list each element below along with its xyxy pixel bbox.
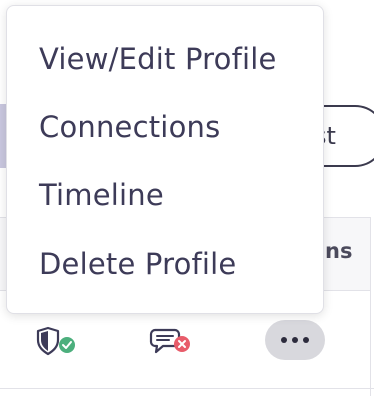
row-divider (0, 388, 374, 389)
page: st ns View/Edit Profile Connections Time… (0, 0, 374, 396)
menu-item-view-edit-profile[interactable]: View/Edit Profile (39, 41, 277, 77)
menu-item-timeline[interactable]: Timeline (39, 177, 164, 213)
table-header-label: ns (325, 239, 353, 263)
menu-item-delete-profile[interactable]: Delete Profile (39, 246, 236, 282)
more-horizontal-icon (281, 337, 309, 343)
shield-check-icon[interactable] (36, 326, 78, 356)
profile-actions-menu: View/Edit Profile Connections Timeline D… (6, 5, 324, 314)
chat-blocked-icon[interactable] (149, 327, 193, 357)
table-right-border (370, 291, 371, 396)
more-options-button[interactable] (265, 320, 325, 360)
menu-item-connections[interactable]: Connections (39, 109, 220, 145)
